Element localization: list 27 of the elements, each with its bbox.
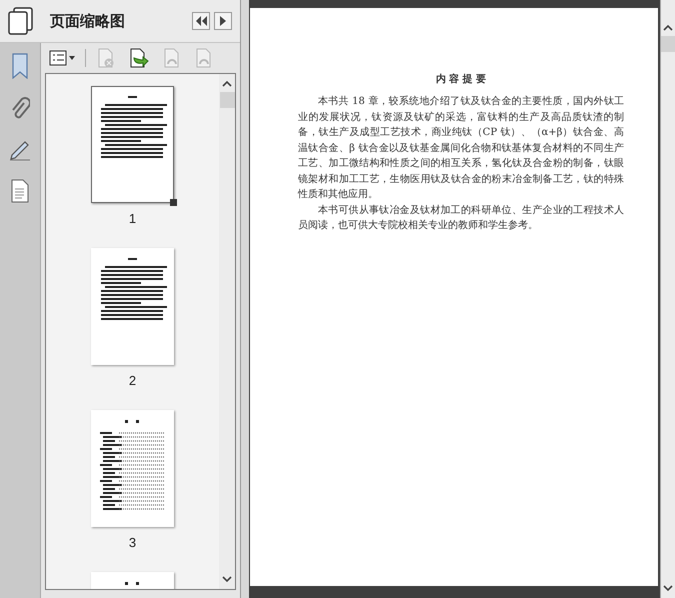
expand-button[interactable]: [214, 12, 232, 30]
page-number: 1: [128, 211, 136, 226]
panel-title: 页面缩略图: [50, 12, 126, 30]
page-number: 3: [128, 535, 136, 550]
page-number: 2: [128, 373, 136, 388]
double-left-arrow-icon: [195, 16, 207, 26]
scroll-down-icon[interactable]: [222, 575, 232, 583]
bookmark-icon[interactable]: [11, 53, 29, 79]
scroll-up-icon[interactable]: [222, 80, 232, 88]
page-thumbnail[interactable]: [91, 248, 174, 365]
scroll-down-icon[interactable]: [663, 584, 673, 592]
page-thumbnail[interactable]: [91, 86, 174, 203]
pen-icon[interactable]: [8, 139, 32, 161]
splitter-handle[interactable]: [240, 0, 249, 598]
document-icon[interactable]: [10, 179, 30, 203]
paragraph: 本书共 18 章，较系统地介绍了钛及钛合金的主要性质，国内外钛工业的发展状况，钛资源及钛矿的采选，富钛料的生产及高品质钛渣的制备，钛生产及成型工艺技术，商业纯钛（CP 钛）、（α+β）钛合金、高温钛合金、β 钛合金以及钛基金属间化合物和钛基体复合材料的不同生产工艺、加工微结构和性质之间的相互关系，氢化钛及合金粉的制备，钛眼镜架材和加工工艺，生物医用钛及钛合金的粉末冶金制备工艺，钛的特殊性质和其他应用。: [298, 94, 624, 202]
options-button[interactable]: [47, 48, 77, 68]
document-title: 内 容 提 要: [434, 72, 488, 86]
collapse-button[interactable]: [192, 12, 210, 30]
paperclip-icon[interactable]: [10, 97, 30, 121]
page-thumbnail[interactable]: [91, 410, 174, 527]
scrollbar-thumb[interactable]: [660, 36, 675, 52]
right-arrow-icon: [219, 16, 227, 26]
pages-icon[interactable]: [8, 7, 34, 35]
scrollbar-thumb[interactable]: [220, 92, 234, 108]
scroll-up-icon[interactable]: [663, 24, 673, 32]
paragraph: 本书可供从事钛冶金及钛材加工的科研单位、生产企业的工程技术人员阅读，也可供大专院校相关专业的教师和学生参考。: [298, 204, 624, 233]
